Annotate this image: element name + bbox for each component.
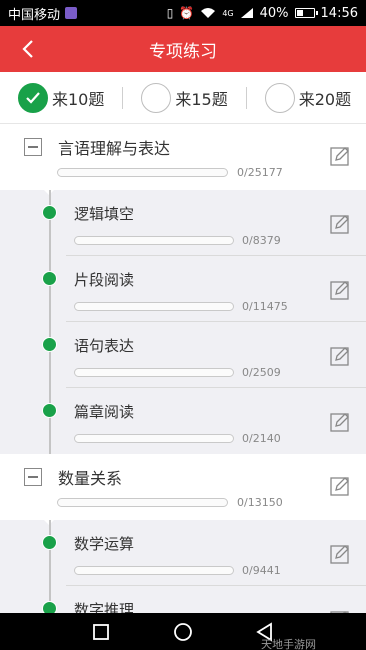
subcategory-name: 篇章阅读 — [74, 403, 135, 421]
question-count-selector: 来10题 来15题 来20题 — [0, 72, 366, 124]
progress-count: 0/11475 — [242, 300, 288, 313]
tree-node-dot — [42, 271, 57, 286]
progress-count: 0/8379 — [242, 234, 281, 247]
edit-icon[interactable] — [330, 476, 350, 496]
vibrate-icon: ▯ — [166, 6, 174, 20]
divider — [122, 86, 124, 109]
alarm-icon: ⏰ — [179, 6, 195, 20]
count-option-label: 来15题 — [175, 89, 228, 109]
tree-line — [49, 520, 51, 586]
count-option-15[interactable]: 来15题 — [141, 72, 228, 124]
progress-count: 0/9441 — [242, 564, 281, 577]
category-row[interactable]: 言语理解与表达 0/25177 — [0, 124, 366, 190]
count-option-label: 来20题 — [298, 89, 352, 109]
tree-node-dot — [42, 403, 57, 418]
edit-icon[interactable] — [330, 544, 350, 564]
signal-icon — [240, 8, 253, 18]
collapse-icon[interactable] — [24, 468, 42, 486]
tree-node-dot — [42, 205, 57, 220]
battery-level — [296, 10, 303, 16]
progress-bar — [57, 168, 228, 177]
edit-icon[interactable] — [330, 214, 350, 234]
subcategory-row[interactable]: 数学运算 0/9441 — [0, 519, 366, 586]
progress-count: 0/2140 — [242, 432, 281, 445]
tree-node-dot — [42, 337, 57, 352]
watermark: 天地手游网 — [261, 638, 316, 650]
carrier-badge-icon — [65, 7, 78, 19]
tree-node-dot — [42, 601, 57, 613]
tree-line — [49, 322, 51, 388]
progress-count: 0/2509 — [242, 366, 281, 379]
subcategory-row[interactable]: 逻辑填空 0/8379 — [0, 189, 366, 256]
progress-bar — [74, 302, 234, 311]
edit-icon[interactable] — [330, 280, 350, 300]
subcategory-row[interactable]: 语句表达 0/2509 — [0, 322, 366, 388]
collapse-icon[interactable] — [24, 138, 42, 156]
tree-line — [49, 388, 51, 454]
subcategory-row[interactable]: 篇章阅读 0/2140 — [0, 388, 366, 454]
progress-count: 0/25177 — [237, 166, 283, 179]
app-header: 专项练习 — [0, 26, 366, 72]
count-option-label: 来10题 — [52, 89, 105, 109]
count-option-20[interactable]: 来20题 — [264, 72, 352, 124]
category-list[interactable]: 言语理解与表达 0/25177 逻辑填空 0/8379 片段阅读 0/11475 — [0, 124, 366, 613]
progress-bar — [57, 498, 228, 507]
subcategory-name: 语句表达 — [74, 337, 135, 355]
network-type: 4G — [222, 8, 234, 18]
category-row[interactable]: 数量关系 0/13150 — [0, 454, 366, 520]
progress-bar — [74, 368, 234, 377]
status-bar: 中国移动 ▯ ⏰ 4G 40% 14:56 — [0, 0, 366, 26]
count-option-10[interactable]: 来10题 — [18, 72, 104, 124]
recent-apps-icon[interactable] — [89, 620, 113, 644]
progress-bar — [74, 566, 234, 575]
progress-bar — [74, 434, 234, 443]
progress-count: 0/13150 — [237, 496, 283, 509]
subcategory-name: 数字推理 — [74, 601, 135, 613]
edit-icon[interactable] — [330, 146, 350, 166]
subcategory-row[interactable]: 片段阅读 0/11475 — [0, 256, 366, 322]
battery-percent: 40% — [259, 5, 289, 21]
home-icon[interactable] — [171, 620, 195, 644]
divider — [245, 86, 247, 109]
carrier-name: 中国移动 — [8, 7, 61, 23]
page-title: 专项练习 — [149, 41, 217, 62]
radio-unchecked-icon[interactable] — [141, 82, 172, 113]
radio-checked-icon[interactable] — [18, 82, 48, 113]
tree-node-dot — [42, 535, 57, 550]
progress-bar — [74, 236, 234, 245]
battery-icon — [294, 8, 318, 18]
subcategory-name: 数学运算 — [74, 535, 135, 553]
edit-icon[interactable] — [330, 346, 350, 366]
subcategory-name: 逻辑填空 — [74, 205, 135, 223]
subcategory-row[interactable]: 数字推理 — [0, 586, 366, 613]
radio-unchecked-icon[interactable] — [264, 82, 295, 113]
category-name: 数量关系 — [58, 469, 123, 488]
chevron-left-icon[interactable] — [18, 38, 38, 60]
tree-line — [49, 190, 51, 256]
subcategory-name: 片段阅读 — [74, 271, 135, 289]
status-time: 14:56 — [320, 5, 358, 21]
tree-line — [49, 256, 51, 322]
category-name: 言语理解与表达 — [58, 139, 171, 158]
edit-icon[interactable] — [330, 412, 350, 432]
wifi-icon — [201, 8, 216, 18]
